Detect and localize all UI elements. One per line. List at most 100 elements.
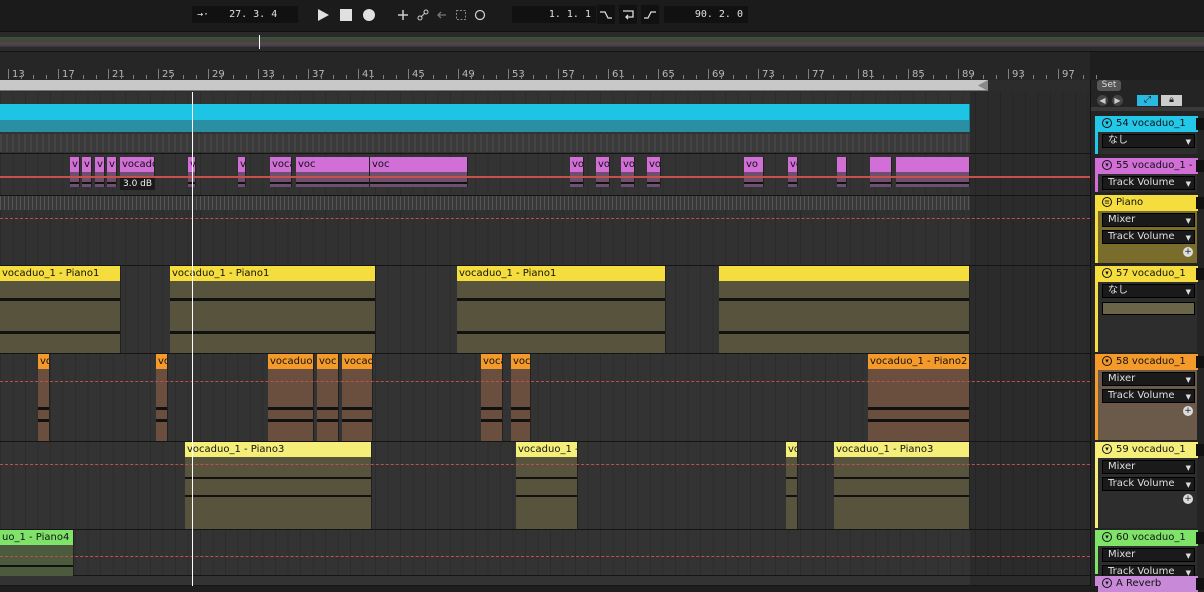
- track-lane-57[interactable]: vocaduo_1 - Piano1 vocaduo_1 - Piano1 voca…: [0, 266, 1090, 354]
- clip-piano3[interactable]: vocaduo_1 - Piano3: [185, 442, 372, 529]
- track-name[interactable]: ▾ 54 vocaduo_1: [1098, 116, 1198, 132]
- automation-chooser[interactable]: なし: [1102, 134, 1195, 148]
- track-activator-icon[interactable]: [1196, 444, 1204, 456]
- track-lane-55[interactable]: vvvvvocadovocvocaduo_1 - Mvocaduo_1 - Ma…: [0, 154, 1090, 196]
- track-header[interactable]: ▾ 54 vocaduo_1 なし: [1095, 116, 1198, 154]
- arrangement-overview[interactable]: [0, 32, 1204, 52]
- back-to-arrangement-button[interactable]: [433, 5, 451, 24]
- clip-piano3[interactable]: vocaduo_1 -: [516, 442, 578, 529]
- clip-marimba[interactable]: vocaduo_1 - M: [788, 157, 798, 187]
- automation-line[interactable]: [0, 218, 1090, 219]
- overdub-button[interactable]: [394, 5, 412, 24]
- clip-piano2[interactable]: vo: [38, 354, 50, 441]
- track-activator-icon[interactable]: [1196, 532, 1204, 544]
- clip-marimba[interactable]: voc: [647, 157, 661, 187]
- fold-toggle-icon[interactable]: ▾: [1102, 356, 1112, 366]
- expand-tracks-icon[interactable]: ⤢: [1137, 95, 1158, 106]
- loop-brace-bar[interactable]: [0, 80, 1090, 99]
- clip-piano2[interactable]: vocad: [342, 354, 373, 441]
- loop-switch-button[interactable]: [619, 5, 637, 24]
- arrangement-tracks[interactable]: vvvvvocadovocvocaduo_1 - Mvocaduo_1 - Ma…: [0, 92, 1090, 586]
- clip-cyan[interactable]: [0, 104, 970, 132]
- clip-piano2[interactable]: vo: [156, 354, 168, 441]
- loop-end-handle[interactable]: [978, 80, 988, 91]
- automation-chooser[interactable]: Track Volume: [1102, 230, 1195, 244]
- clip-marimba[interactable]: [896, 157, 970, 187]
- clip-piano2[interactable]: voc: [317, 354, 339, 441]
- track-activator-icon[interactable]: [1196, 356, 1204, 368]
- stop-button[interactable]: [337, 5, 355, 24]
- track-name[interactable]: ≡ Piano: [1098, 195, 1198, 211]
- track-name[interactable]: ▾ A Reverb: [1098, 576, 1198, 592]
- fold-toggle-icon[interactable]: ▾: [1102, 268, 1112, 278]
- track-header[interactable]: ▾ A Reverb: [1095, 576, 1198, 592]
- automation-chooser[interactable]: Mixer: [1102, 548, 1195, 562]
- track-name[interactable]: ▾ 58 vocaduo_1: [1098, 354, 1198, 370]
- track-name[interactable]: ▾ 59 vocaduo_1: [1098, 442, 1198, 458]
- track-lane-54[interactable]: [0, 92, 1090, 154]
- capture-button[interactable]: [452, 5, 470, 24]
- clip-marimba[interactable]: v: [82, 157, 92, 187]
- add-automation-lane-icon[interactable]: +: [1183, 406, 1193, 416]
- clip-marimba[interactable]: vo: [744, 157, 764, 187]
- loop-brace[interactable]: [0, 80, 988, 91]
- automation-chooser[interactable]: Track Volume: [1102, 477, 1195, 491]
- track-activator-icon[interactable]: [1196, 578, 1204, 590]
- clip-marimba[interactable]: voc: [296, 157, 370, 187]
- clip-piano2[interactable]: voca: [481, 354, 503, 441]
- playhead[interactable]: [192, 92, 193, 586]
- clip-piano1[interactable]: [719, 266, 970, 353]
- automation-chooser[interactable]: Mixer: [1102, 213, 1195, 227]
- fold-toggle-icon[interactable]: ▾: [1102, 118, 1112, 128]
- clip-piano4[interactable]: uo_1 - Piano4: [0, 530, 74, 576]
- clip-marimba[interactable]: v: [107, 157, 117, 187]
- add-automation-lane-icon[interactable]: +: [1183, 247, 1193, 257]
- track-lane-piano-group[interactable]: [0, 196, 1090, 266]
- session-record-button[interactable]: [471, 5, 489, 24]
- track-lane-60[interactable]: uo_1 - Piano4: [0, 530, 1090, 576]
- clip-piano3[interactable]: vocaduo_1 - Piano3: [834, 442, 970, 529]
- group-fold-icon[interactable]: ≡: [1102, 197, 1112, 207]
- record-button[interactable]: [360, 5, 378, 24]
- automation-line[interactable]: [0, 381, 1090, 382]
- fold-toggle-icon[interactable]: ▾: [1102, 160, 1112, 170]
- clip-marimba[interactable]: [870, 157, 892, 187]
- loop-start-field[interactable]: 1. 1. 1: [512, 6, 596, 23]
- track-header[interactable]: ≡ Piano Mixer Track Volume +: [1095, 195, 1198, 263]
- set-button[interactable]: Set: [1097, 80, 1121, 91]
- automation-chooser[interactable]: Mixer: [1102, 372, 1195, 386]
- fold-toggle-icon[interactable]: ▾: [1102, 532, 1112, 542]
- clip-marimba[interactable]: voc: [570, 157, 584, 187]
- clip-marimba[interactable]: v: [70, 157, 80, 187]
- clip-marimba[interactable]: voc: [621, 157, 635, 187]
- clip-piano2[interactable]: vocaduo_1 - Piano2: [868, 354, 970, 441]
- clip-piano1[interactable]: vocaduo_1 - Piano1: [0, 266, 121, 353]
- clip-piano1[interactable]: vocaduo_1 - Piano1: [457, 266, 666, 353]
- loop-length-field[interactable]: 90. 2. 0: [664, 6, 748, 23]
- automation-line[interactable]: [0, 464, 1090, 465]
- automation-line[interactable]: [0, 556, 1090, 557]
- beat-time-ruler[interactable]: 13 17 21 25 29 33 37 41 45 49 53 57 61 65 69 73 77 81 85 89…: [0, 52, 1097, 80]
- automation-chooser[interactable]: Track Volume: [1102, 389, 1195, 403]
- track-header[interactable]: ▾ 57 vocaduo_1 なし: [1095, 266, 1198, 352]
- clip-marimba[interactable]: v: [95, 157, 105, 187]
- arrangement-position-field[interactable]: →· 27. 3. 4: [192, 6, 298, 23]
- automation-chooser[interactable]: Mixer: [1102, 460, 1195, 474]
- track-activator-icon[interactable]: [1196, 160, 1204, 172]
- automation-chooser[interactable]: Track Volume: [1102, 176, 1195, 190]
- fold-toggle-icon[interactable]: ▾: [1102, 578, 1112, 588]
- volume-automation-line[interactable]: [0, 176, 1090, 178]
- clip-piano2[interactable]: vocaduo: [268, 354, 314, 441]
- clip-piano1[interactable]: vocaduo_1 - Piano1: [170, 266, 376, 353]
- next-locator-icon[interactable]: ▶: [1112, 95, 1123, 106]
- track-activator-icon[interactable]: [1196, 268, 1204, 280]
- track-lane-59[interactable]: vocaduo_1 - Piano3 vocaduo_1 - vo vocaduo_1…: [0, 442, 1090, 530]
- track-header[interactable]: ▾60 vocaduo_1MixerTrack Volume+: [1095, 530, 1198, 592]
- device-chooser-empty[interactable]: [1102, 302, 1195, 315]
- play-button[interactable]: [314, 5, 332, 24]
- track-name[interactable]: ▾ 55 vocaduo_1 -: [1098, 158, 1198, 174]
- prev-locator-icon[interactable]: ◀: [1097, 95, 1108, 106]
- lock-icon[interactable]: 🔒︎: [1161, 95, 1182, 106]
- clip-marimba[interactable]: voc: [596, 157, 610, 187]
- clip-marimba[interactable]: voc: [370, 157, 468, 187]
